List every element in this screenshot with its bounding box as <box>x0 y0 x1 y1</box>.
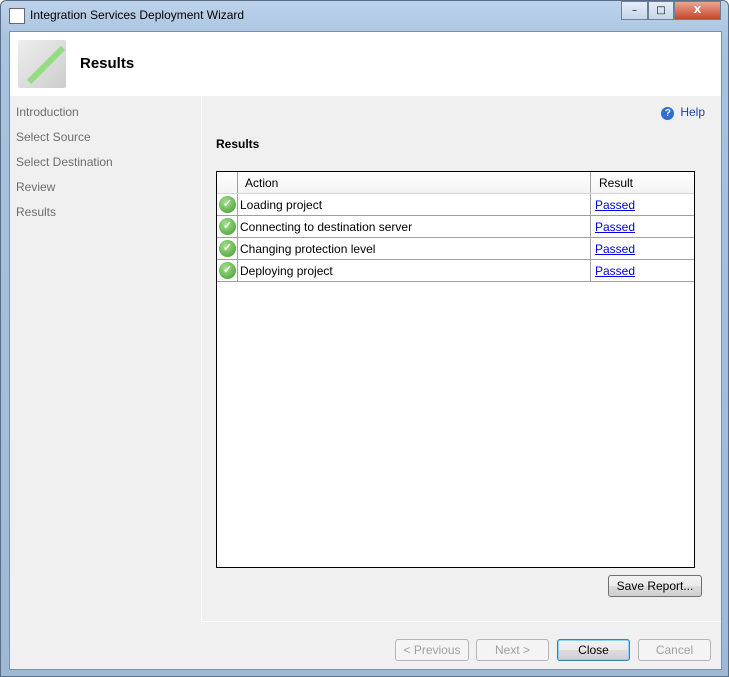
nav-item-select-destination[interactable]: Select Destination <box>16 155 113 169</box>
next-button[interactable]: Next > <box>476 639 549 661</box>
result-cell: Passed <box>590 194 694 215</box>
page-title: Results <box>80 55 135 72</box>
nav-item-review[interactable]: Review <box>16 180 55 194</box>
success-check-icon: ✓ <box>219 196 236 213</box>
table-header: Action Result <box>217 172 694 194</box>
status-cell: ✓ <box>217 216 238 237</box>
window-title: Integration Services Deployment Wizard <box>30 8 245 22</box>
close-button[interactable]: Close <box>557 639 630 661</box>
action-cell: Changing protection level <box>240 242 376 256</box>
header-status-cell <box>217 172 238 193</box>
help-label: Help <box>680 105 705 119</box>
minimize-button[interactable]: – <box>621 1 648 20</box>
action-cell: Connecting to destination server <box>240 220 413 234</box>
cancel-button[interactable]: Cancel <box>638 639 711 661</box>
section-title: Results <box>216 137 260 151</box>
client-area: Results Introduction Select Source Selec… <box>9 31 722 670</box>
status-cell: ✓ <box>217 238 238 259</box>
save-report-button[interactable]: Save Report... <box>608 575 702 597</box>
result-cell: Passed <box>590 216 694 237</box>
column-header-action[interactable]: Action <box>245 176 278 190</box>
results-table: Action Result ✓ Loading project Passed ✓… <box>216 171 695 568</box>
result-link[interactable]: Passed <box>595 264 635 278</box>
help-link[interactable]: ? Help <box>661 105 705 120</box>
wizard-header: Results <box>10 32 721 96</box>
result-link[interactable]: Passed <box>595 242 635 256</box>
result-cell: Passed <box>590 260 694 281</box>
table-row: ✓ Connecting to destination server Passe… <box>217 216 694 238</box>
deployment-wizard-icon <box>18 40 66 88</box>
nav-item-results[interactable]: Results <box>16 205 56 219</box>
result-link[interactable]: Passed <box>595 198 635 212</box>
status-cell: ✓ <box>217 260 238 281</box>
footer-divider <box>201 621 721 622</box>
table-row: ✓ Changing protection level Passed <box>217 238 694 260</box>
action-cell: Deploying project <box>240 264 333 278</box>
title-bar: Integration Services Deployment Wizard –… <box>1 1 728 31</box>
action-cell: Loading project <box>240 198 323 212</box>
maximize-button[interactable]: □ <box>648 1 674 20</box>
help-icon: ? <box>661 107 675 120</box>
success-check-icon: ✓ <box>219 262 236 279</box>
nav-item-select-source[interactable]: Select Source <box>16 130 91 144</box>
wizard-window: Integration Services Deployment Wizard –… <box>0 0 729 677</box>
previous-button[interactable]: < Previous <box>395 639 469 661</box>
result-cell: Passed <box>590 238 694 259</box>
result-link[interactable]: Passed <box>595 220 635 234</box>
close-window-button[interactable]: X <box>674 1 721 20</box>
app-icon <box>9 8 25 24</box>
nav-item-introduction[interactable]: Introduction <box>16 105 79 119</box>
wizard-steps-nav: Introduction Select Source Select Destin… <box>10 96 199 669</box>
main-panel: ? Help Results Action Result ✓ Loading pr… <box>201 96 721 621</box>
success-check-icon: ✓ <box>219 240 236 257</box>
status-cell: ✓ <box>217 194 238 215</box>
table-row: ✓ Loading project Passed <box>217 194 694 216</box>
table-row: ✓ Deploying project Passed <box>217 260 694 282</box>
success-check-icon: ✓ <box>219 218 236 235</box>
column-header-result[interactable]: Result <box>590 172 694 193</box>
